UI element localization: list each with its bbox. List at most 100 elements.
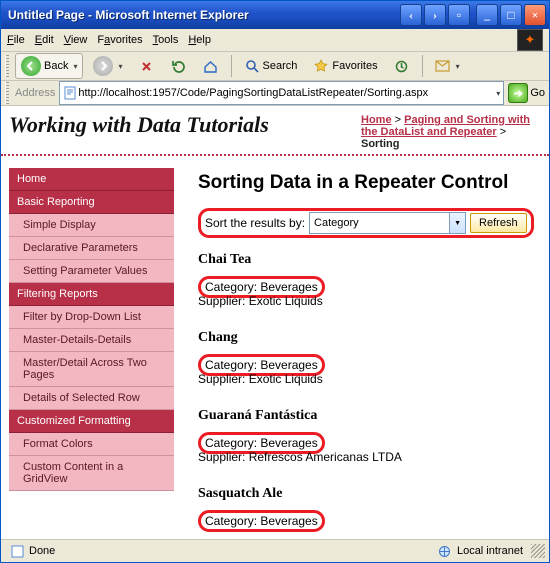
sort-highlight-ring: Sort the results by: Category Refresh: [198, 208, 534, 238]
go-label: Go: [530, 87, 545, 99]
product-name: Chang: [198, 330, 535, 346]
product-name: Guaraná Fantástica: [198, 408, 535, 424]
history-button[interactable]: [388, 55, 416, 77]
sort-select[interactable]: Category: [309, 212, 466, 234]
menu-tools[interactable]: Tools: [153, 34, 179, 46]
go-button[interactable]: ➔ Go: [508, 83, 545, 103]
menu-help[interactable]: Help: [188, 34, 211, 46]
nav-item[interactable]: Details of Selected Row: [9, 387, 174, 410]
star-icon: [313, 58, 329, 74]
menu-file[interactable]: File: [7, 34, 25, 46]
back-arrow-icon: [21, 56, 41, 76]
menu-favorites[interactable]: Favorites: [97, 34, 142, 46]
nav-header[interactable]: Basic Reporting: [9, 191, 174, 214]
status-zone-text: Local intranet: [457, 545, 523, 557]
favorites-label: Favorites: [332, 60, 377, 72]
fwd-group-button[interactable]: ›: [424, 4, 446, 26]
home-button[interactable]: [197, 55, 225, 77]
address-dropdown-icon[interactable]: ▾: [496, 89, 500, 98]
stop-icon: [139, 58, 155, 74]
toolbar-separator: [231, 55, 232, 77]
search-button[interactable]: Search: [238, 55, 304, 77]
nav-item[interactable]: Simple Display: [9, 214, 174, 237]
page-title: Working with Data Tutorials: [9, 112, 361, 148]
back-group-button[interactable]: ‹: [400, 4, 422, 26]
maximize-button[interactable]: □: [500, 4, 522, 26]
go-arrow-icon: ➔: [508, 83, 528, 103]
nav-item[interactable]: Format Colors: [9, 433, 174, 456]
menu-view[interactable]: View: [64, 34, 88, 46]
breadcrumb: Home > Paging and Sorting with the DataL…: [361, 114, 541, 150]
done-page-icon: [9, 543, 25, 559]
address-label: Address: [15, 87, 55, 99]
back-button[interactable]: Back ▾: [15, 53, 83, 79]
left-nav: HomeBasic ReportingSimple DisplayDeclara…: [9, 162, 174, 539]
product-category: Category: Beverages: [198, 510, 325, 532]
refresh-toolbar-button[interactable]: [165, 55, 193, 77]
product-list: Chai Tea Category: Beverages Supplier: Exo…: [198, 252, 535, 532]
window-title: Untitled Page - Microsoft Internet Explo…: [4, 8, 398, 22]
intranet-icon: [437, 543, 453, 559]
breadcrumb-sep-2: >: [500, 126, 506, 138]
mail-icon: [435, 58, 451, 74]
forward-arrow-icon: [93, 56, 113, 76]
nav-item[interactable]: Declarative Parameters: [9, 237, 174, 260]
forward-button[interactable]: ▾: [87, 53, 128, 79]
stop-button[interactable]: [133, 55, 161, 77]
forward-dropdown-icon[interactable]: ▾: [118, 62, 122, 71]
standard-toolbar: Back ▾ ▾ Sea: [1, 52, 549, 81]
refresh-icon: [171, 58, 187, 74]
product-name: Chai Tea: [198, 252, 535, 268]
product-supplier: Supplier: Exotic Liquids: [198, 294, 323, 308]
nav-header[interactable]: Filtering Reports: [9, 283, 174, 306]
breadcrumb-home[interactable]: Home: [361, 114, 392, 126]
favorites-button[interactable]: Favorites: [307, 55, 383, 77]
search-label: Search: [263, 60, 298, 72]
nav-header[interactable]: Home: [9, 168, 174, 191]
sort-selected-value: Category: [314, 217, 359, 229]
menubar: File Edit View Favorites Tools Help ✦: [1, 29, 549, 52]
search-icon: [244, 58, 260, 74]
page-viewport: Working with Data Tutorials Home > Pagin…: [1, 106, 549, 539]
product-supplier: Supplier: Refrescos Americanas LTDA: [198, 450, 402, 464]
history-icon: [394, 58, 410, 74]
address-bar-row: Address http://localhost:1957/Code/Pagin…: [1, 81, 549, 106]
sort-controls: Sort the results by: Category Refresh: [198, 208, 535, 238]
home-icon: [203, 58, 219, 74]
resize-grip-icon[interactable]: [531, 544, 545, 558]
refresh-button[interactable]: Refresh: [470, 213, 527, 233]
back-dropdown-icon[interactable]: ▾: [73, 62, 77, 71]
content-heading: Sorting Data in a Repeater Control: [198, 172, 535, 194]
minimize-button[interactable]: _: [476, 4, 498, 26]
window-titlebar: Untitled Page - Microsoft Internet Explo…: [1, 1, 549, 29]
nav-item[interactable]: Master/Detail Across Two Pages: [9, 352, 174, 387]
product-supplier: Supplier: Exotic Liquids: [198, 372, 323, 386]
breadcrumb-sep: >: [395, 114, 401, 126]
product-name: Sasquatch Ale: [198, 486, 535, 502]
menu-edit[interactable]: Edit: [35, 34, 54, 46]
nav-item[interactable]: Filter by Drop-Down List: [9, 306, 174, 329]
toolbar-grip[interactable]: [5, 55, 9, 77]
status-done-text: Done: [29, 545, 55, 557]
close-button[interactable]: ×: [524, 4, 546, 26]
nav-item[interactable]: Setting Parameter Values: [9, 260, 174, 283]
toolbar-separator-2: [422, 55, 423, 77]
mail-dropdown-icon[interactable]: ▾: [456, 62, 460, 71]
nav-header[interactable]: Customized Formatting: [9, 410, 174, 433]
product-item: ChangCategory: BeveragesSupplier: Exotic…: [198, 330, 535, 390]
mail-button[interactable]: ▾: [429, 55, 466, 77]
product-item: Sasquatch Ale Category: Beverages: [198, 486, 535, 532]
address-url: http://localhost:1957/Code/PagingSorting…: [78, 87, 494, 99]
sort-label: Sort the results by:: [205, 216, 305, 230]
back-label: Back: [44, 60, 68, 72]
ie-window: Untitled Page - Microsoft Internet Explo…: [0, 0, 550, 563]
address-grip[interactable]: [5, 82, 9, 104]
status-done: Done: [5, 542, 59, 560]
ie-logo-icon: ✦: [517, 29, 543, 51]
nav-item[interactable]: Master-Details-Details: [9, 329, 174, 352]
status-bar: Done Local intranet: [1, 539, 549, 562]
nav-item[interactable]: Custom Content in a GridView: [9, 456, 174, 491]
restore-group-button[interactable]: ▫: [448, 4, 470, 26]
address-input[interactable]: http://localhost:1957/Code/PagingSorting…: [59, 81, 504, 105]
status-zone: Local intranet: [433, 542, 527, 560]
